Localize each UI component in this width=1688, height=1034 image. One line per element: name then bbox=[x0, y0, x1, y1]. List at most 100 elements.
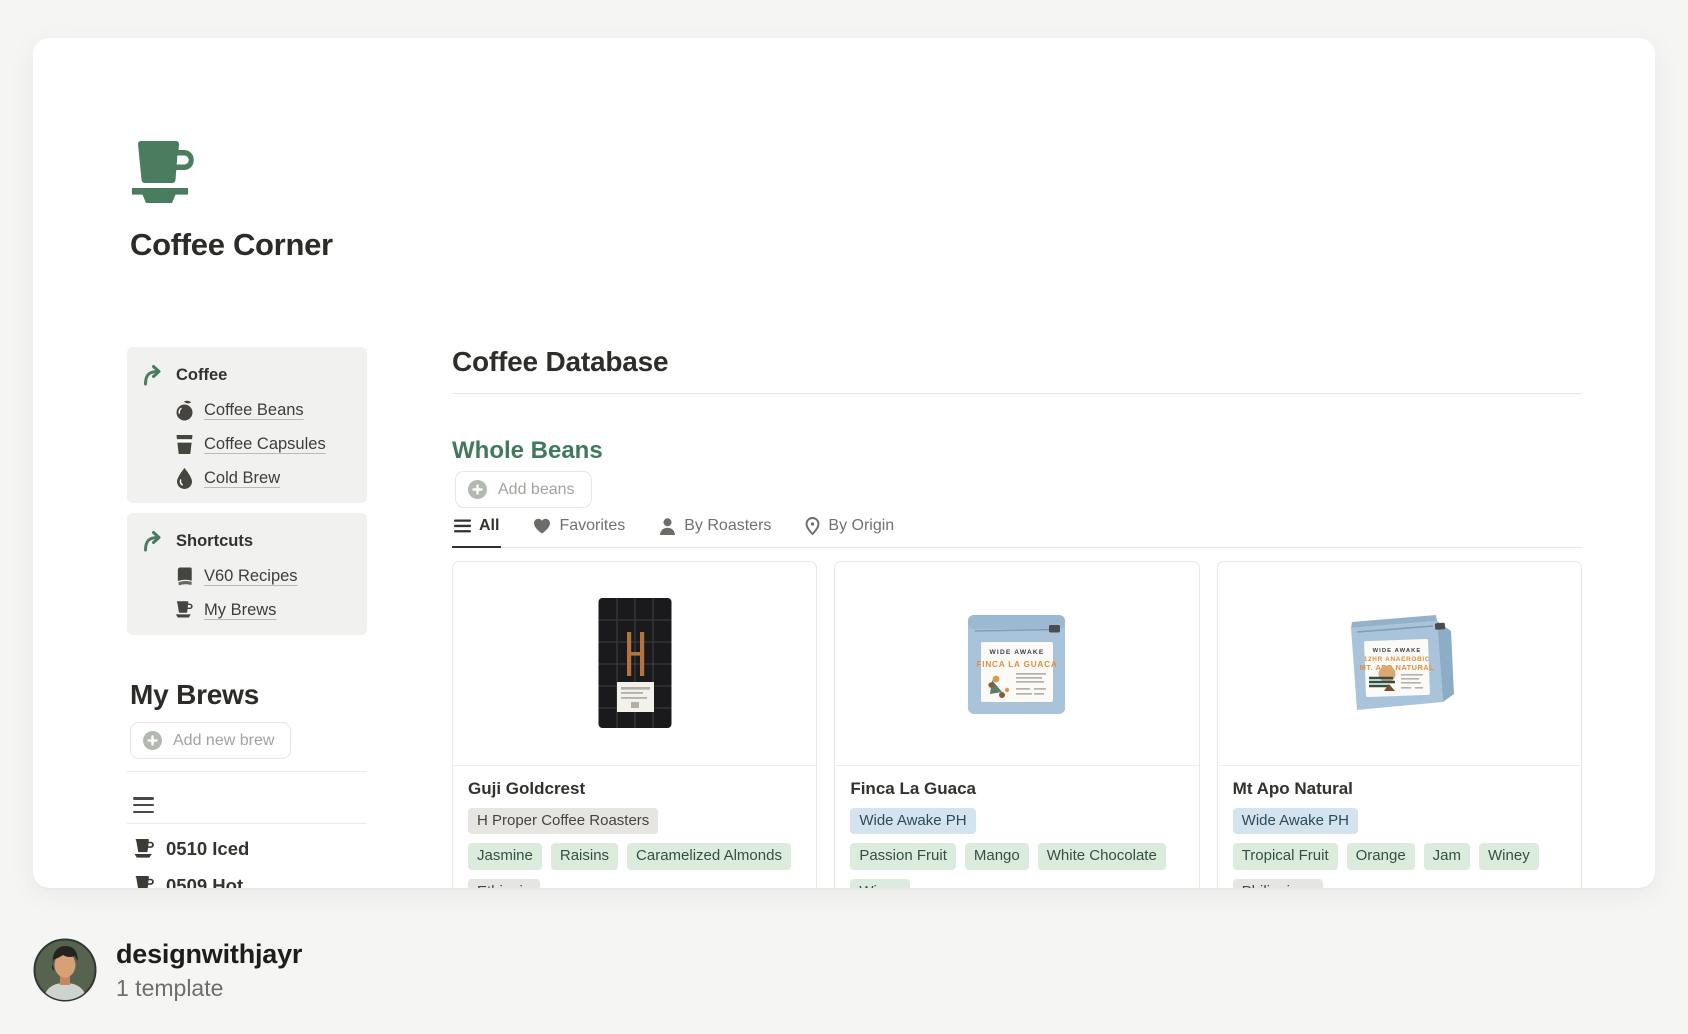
sidebar-section-header: Shortcuts bbox=[141, 529, 357, 553]
drag-handle-icon[interactable] bbox=[133, 797, 154, 813]
tab-label: By Roasters bbox=[684, 517, 771, 535]
workspace-brand: Coffee Corner bbox=[130, 141, 333, 263]
main-content: Coffee Database Whole Beans Add beans Al… bbox=[452, 345, 1582, 888]
roaster-tag-row: Wide Awake PH bbox=[1233, 808, 1566, 835]
curved-arrow-icon bbox=[141, 529, 165, 553]
bean-card-info: Finca La Guaca Wide Awake PH Passion Fru… bbox=[835, 766, 1198, 889]
tab-label: By Origin bbox=[828, 517, 894, 535]
coffee-cup-icon bbox=[133, 839, 156, 859]
flavor-tag-row: Tropical Fruit Orange Jam Winey bbox=[1233, 843, 1566, 870]
blue-coffee-bag-image: WIDE AWAKE 12HR ANAEROBIC MT. APO NATURA… bbox=[1339, 612, 1459, 714]
sidebar-divider bbox=[127, 771, 367, 772]
plus-circle-icon bbox=[467, 479, 488, 500]
sidebar-item-label[interactable]: Coffee Capsules bbox=[204, 435, 326, 454]
origin-tag: Ethiopia bbox=[468, 879, 540, 889]
workspace-page: Coffee Corner Coffee Coffee Beans bbox=[33, 38, 1655, 888]
bean-card-cover bbox=[453, 562, 816, 766]
pin-icon bbox=[805, 517, 820, 535]
bean-card-info: Mt Apo Natural Wide Awake PH Tropical Fr… bbox=[1218, 766, 1581, 889]
black-coffee-bag-image bbox=[597, 596, 673, 730]
flavor-tag: Caramelized Almonds bbox=[627, 843, 791, 870]
tab-by-roasters[interactable]: By Roasters bbox=[657, 514, 773, 548]
sidebar-item-my-brews[interactable]: My Brews bbox=[175, 599, 357, 621]
sidebar-section-title: Coffee bbox=[176, 366, 227, 385]
blue-coffee-bag-image: WIDE AWAKE FINCA LA GUACA bbox=[966, 610, 1068, 716]
svg-text:FINCA LA GUACA: FINCA LA GUACA bbox=[976, 660, 1057, 669]
heart-icon bbox=[533, 518, 551, 534]
flavor-tag: Passion Fruit bbox=[850, 843, 956, 870]
sidebar-section-title: Shortcuts bbox=[176, 532, 253, 551]
svg-text:WIDE AWAKE: WIDE AWAKE bbox=[1373, 648, 1422, 654]
bean-title: Mt Apo Natural bbox=[1233, 779, 1566, 799]
tab-by-origin[interactable]: By Origin bbox=[803, 514, 896, 548]
svg-text:12HR ANAEROBIC: 12HR ANAEROBIC bbox=[1364, 656, 1430, 663]
add-beans-label: Add beans bbox=[498, 481, 575, 499]
tab-label: Favorites bbox=[559, 517, 625, 535]
curved-arrow-icon bbox=[141, 363, 165, 387]
sidebar-section-coffee: Coffee Coffee Beans Coffee Capsules Cold… bbox=[127, 347, 367, 503]
add-beans-button[interactable]: Add beans bbox=[455, 471, 592, 508]
author-footer: designwithjayr 1 template bbox=[33, 938, 302, 1002]
roaster-tag: H Proper Coffee Roasters bbox=[468, 808, 658, 835]
coffee-capsule-icon bbox=[175, 433, 194, 455]
flavor-tag: White Chocolate bbox=[1038, 843, 1166, 870]
sidebar-section-shortcuts: Shortcuts V60 Recipes My Brews bbox=[127, 513, 367, 635]
flavor-tag: Winey bbox=[850, 879, 910, 889]
coffee-bean-icon bbox=[175, 399, 194, 421]
cold-brew-icon bbox=[175, 467, 194, 489]
origin-tag-row: Philippines bbox=[1233, 879, 1566, 889]
sidebar-item-cold-brew[interactable]: Cold Brew bbox=[175, 467, 357, 489]
sidebar-item-label[interactable]: V60 Recipes bbox=[204, 567, 298, 586]
my-brews-heading: My Brews bbox=[130, 679, 367, 711]
svg-text:MT. APO NATURAL: MT. APO NATURAL bbox=[1360, 663, 1434, 672]
sidebar-item-label[interactable]: My Brews bbox=[204, 601, 276, 620]
author-meta: 1 template bbox=[116, 975, 302, 1002]
roaster-tag: Wide Awake PH bbox=[1233, 808, 1358, 835]
sidebar-item-v60-recipes[interactable]: V60 Recipes bbox=[175, 565, 357, 587]
origin-tag: Philippines bbox=[1233, 879, 1324, 889]
brew-label: 0510 Iced bbox=[166, 838, 249, 860]
avatar bbox=[33, 938, 97, 1002]
title-divider bbox=[452, 393, 1582, 394]
flavor-tag: Orange bbox=[1347, 843, 1415, 870]
sidebar-item-coffee-beans[interactable]: Coffee Beans bbox=[175, 399, 357, 421]
flavor-tag: Jasmine bbox=[468, 843, 542, 870]
author-info: designwithjayr 1 template bbox=[116, 939, 302, 1002]
roaster-tag-row: Wide Awake PH bbox=[850, 808, 1183, 835]
brew-list-item[interactable]: 0510 Iced bbox=[133, 837, 367, 861]
bean-card-finca-la-guaca[interactable]: WIDE AWAKE FINCA LA GUACA bbox=[834, 561, 1199, 889]
roaster-tag: Wide Awake PH bbox=[850, 808, 975, 835]
section-heading: Whole Beans bbox=[452, 436, 1582, 466]
bean-card-cover: WIDE AWAKE FINCA LA GUACA bbox=[835, 562, 1198, 766]
add-new-brew-button[interactable]: Add new brew bbox=[130, 722, 291, 759]
coffee-cup-icon bbox=[133, 876, 156, 888]
bean-card-info: Guji Goldcrest H Proper Coffee Roasters … bbox=[453, 766, 816, 889]
add-new-brew-label: Add new brew bbox=[173, 732, 274, 750]
sidebar-item-label[interactable]: Cold Brew bbox=[204, 469, 280, 488]
bean-card-guji-goldcrest[interactable]: Guji Goldcrest H Proper Coffee Roasters … bbox=[452, 561, 817, 889]
bean-card-mt-apo-natural[interactable]: WIDE AWAKE 12HR ANAEROBIC MT. APO NATURA… bbox=[1217, 561, 1582, 889]
flavor-tag-row: Jasmine Raisins Caramelized Almonds bbox=[468, 843, 801, 870]
plus-circle-icon bbox=[142, 730, 163, 751]
brew-list-item[interactable]: 0509 Hot bbox=[133, 874, 367, 888]
workspace-title: Coffee Corner bbox=[130, 227, 333, 263]
bean-card-cover: WIDE AWAKE 12HR ANAEROBIC MT. APO NATURA… bbox=[1218, 562, 1581, 766]
sidebar-item-label[interactable]: Coffee Beans bbox=[204, 401, 304, 420]
sidebar-section-header: Coffee bbox=[141, 363, 357, 387]
page-title: Coffee Database bbox=[452, 345, 1582, 379]
sidebar: Coffee Coffee Beans Coffee Capsules Cold… bbox=[127, 347, 367, 888]
svg-text:WIDE AWAKE: WIDE AWAKE bbox=[989, 649, 1044, 656]
book-icon bbox=[175, 565, 194, 587]
tab-label: All bbox=[479, 517, 499, 535]
flavor-tag: Winey bbox=[1479, 843, 1539, 870]
list-icon bbox=[454, 519, 471, 533]
tab-all[interactable]: All bbox=[452, 514, 501, 548]
sidebar-divider bbox=[127, 823, 367, 824]
author-name: designwithjayr bbox=[116, 939, 302, 970]
bean-card-gallery: Guji Goldcrest H Proper Coffee Roasters … bbox=[452, 561, 1582, 889]
sidebar-item-coffee-capsules[interactable]: Coffee Capsules bbox=[175, 433, 357, 455]
flavor-tag: Raisins bbox=[551, 843, 618, 870]
tab-favorites[interactable]: Favorites bbox=[531, 514, 627, 548]
flavor-tag: Mango bbox=[965, 843, 1029, 870]
roaster-tag-row: H Proper Coffee Roasters bbox=[468, 808, 801, 835]
